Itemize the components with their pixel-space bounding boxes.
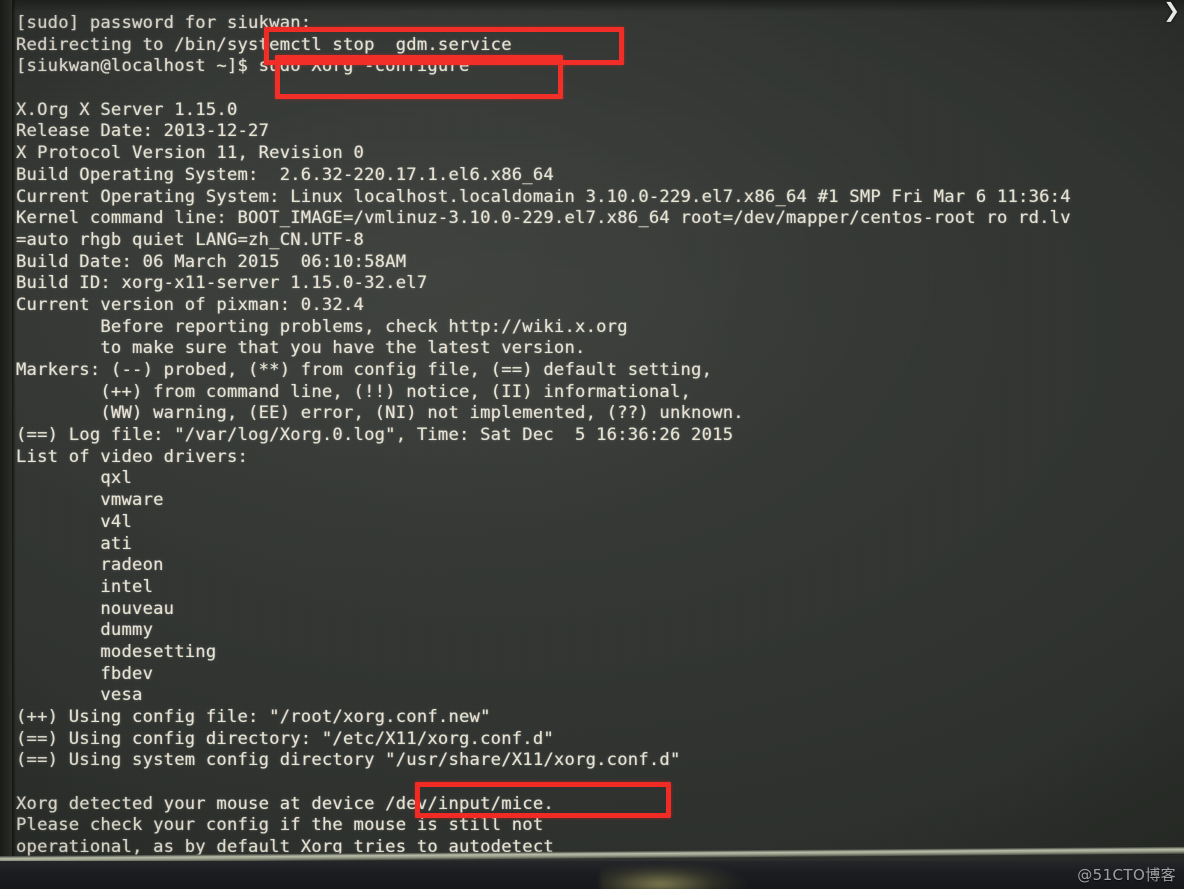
terminal-line: fbdev (16, 663, 154, 684)
terminal-screen: [sudo] password for siukwan: Redirecting … (0, 0, 1184, 866)
terminal-line: (==) Log file: "/var/log/Xorg.0.log", Ti… (16, 425, 734, 446)
terminal-line: qxl (16, 468, 133, 489)
terminal-line: X Protocol Version 11, Revision 0 (16, 143, 365, 164)
terminal-line: Current Operating System: Linux localhos… (16, 186, 1071, 207)
screen-top-shadow (0, 0, 1184, 12)
terminal-line: Release Date: 2013-12-27 (16, 121, 270, 142)
terminal-line: X.Org X Server 1.15.0 (16, 99, 238, 120)
terminal-line: Before reporting problems, check http://… (16, 316, 628, 337)
terminal-line: (++) Using config file: "/root/xorg.conf… (16, 707, 491, 727)
terminal-line: Please check your config if the mouse is… (16, 815, 544, 836)
terminal-line: (==) Using system config directory "/usr… (16, 750, 681, 771)
terminal-output: [sudo] password for siukwan: Redirecting … (16, 13, 1184, 858)
terminal-line: vesa (16, 685, 143, 706)
monitor-left-bezel-shadow (12, 0, 16, 866)
watermark-label: @51CTO博客 (1077, 866, 1176, 884)
terminal-line: (++) from command line, (!!) notice, (II… (16, 381, 692, 402)
terminal-line: ati (16, 533, 133, 554)
terminal-line: v4l (16, 511, 133, 532)
terminal-line: nouveau (16, 598, 175, 619)
terminal-line: Build ID: xorg-x11-server 1.15.0-32.el7 (16, 273, 428, 294)
annotation-box-sudo-xorg-configure (275, 55, 563, 99)
monitor-bottom-bezel (0, 861, 1184, 889)
terminal-line: intel (16, 576, 154, 597)
terminal-line: dummy (16, 620, 154, 641)
terminal-line: vmware (16, 490, 164, 511)
terminal-line: Build Operating System: 2.6.32-220.17.1.… (16, 164, 554, 185)
photo-of-monitor: [sudo] password for siukwan: Redirecting … (0, 0, 1184, 889)
terminal-line: modesetting (16, 641, 217, 662)
terminal-line: List of video drivers: (16, 446, 249, 467)
bottom-light-glare (600, 866, 800, 889)
terminal-line: (==) Using config directory: "/etc/X11/x… (16, 728, 554, 749)
terminal-line: Current version of pixman: 0.32.4 (16, 294, 365, 315)
terminal-line: to make sure that you have the latest ve… (16, 338, 586, 359)
annotation-box-xorg-conf-new-path (415, 782, 671, 818)
chevron-right-icon[interactable]: ❯ (1163, 0, 1180, 20)
terminal-line: =auto rhgb quiet LANG=zh_CN.UTF-8 (16, 229, 365, 250)
terminal-line: Kernel command line: BOOT_IMAGE=/vmlinuz… (16, 208, 1071, 229)
terminal-line: Build Date: 06 March 2015 06:10:58AM (16, 251, 407, 272)
terminal-line: (WW) warning, (EE) error, (NI) not imple… (16, 403, 744, 424)
terminal-line: Markers: (--) probed, (**) from config f… (16, 360, 713, 380)
terminal-line: radeon (16, 555, 164, 576)
